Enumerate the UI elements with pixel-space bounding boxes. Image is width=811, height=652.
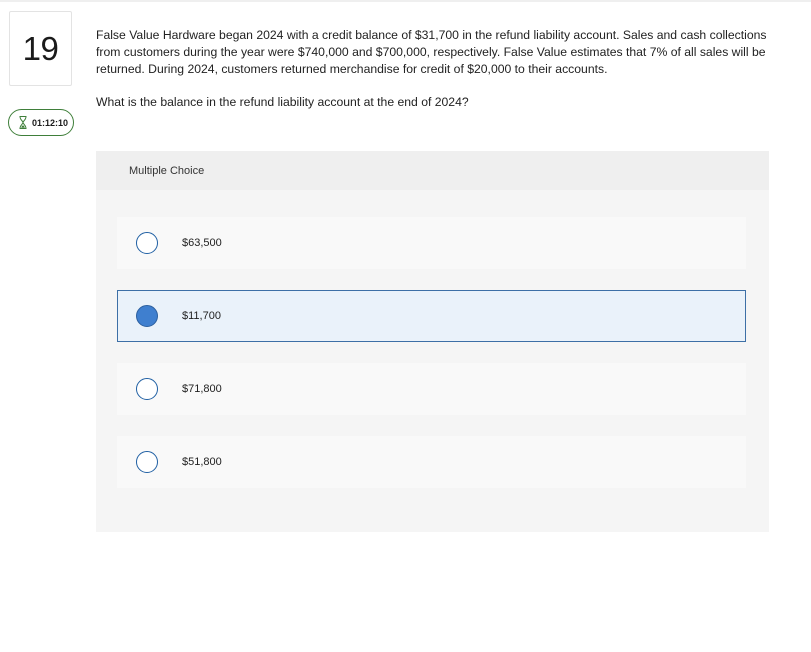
radio-button-1[interactable] — [136, 232, 158, 254]
answer-option-4[interactable]: $51,800 — [117, 436, 746, 488]
answer-label-4: $51,800 — [182, 456, 222, 468]
hourglass-icon — [19, 116, 27, 129]
top-divider — [0, 0, 811, 2]
answer-label-1: $63,500 — [182, 237, 222, 249]
question-number: 19 — [9, 11, 72, 86]
radio-button-3[interactable] — [136, 378, 158, 400]
timer-text: 01:12:10 — [32, 117, 69, 128]
quiz-page: 19 01:12:10 False Value Hardware began 2… — [0, 0, 811, 652]
question-body: False Value Hardware began 2024 with a c… — [96, 27, 776, 111]
radio-button-4[interactable] — [136, 451, 158, 473]
multiple-choice-panel: Multiple Choice $63,500 $11,700 $71,800 … — [96, 151, 769, 532]
answer-label-2: $11,700 — [182, 310, 221, 322]
answer-option-2[interactable]: $11,700 — [117, 290, 746, 342]
question-text: False Value Hardware began 2024 with a c… — [96, 28, 767, 76]
multiple-choice-header: Multiple Choice — [96, 151, 769, 190]
question-prompt: What is the balance in the refund liabil… — [96, 95, 469, 109]
timer-badge: 01:12:10 — [8, 109, 74, 136]
answer-option-3[interactable]: $71,800 — [117, 363, 746, 415]
answer-option-1[interactable]: $63,500 — [117, 217, 746, 269]
answer-label-3: $71,800 — [182, 383, 222, 395]
radio-button-2[interactable] — [136, 305, 158, 327]
